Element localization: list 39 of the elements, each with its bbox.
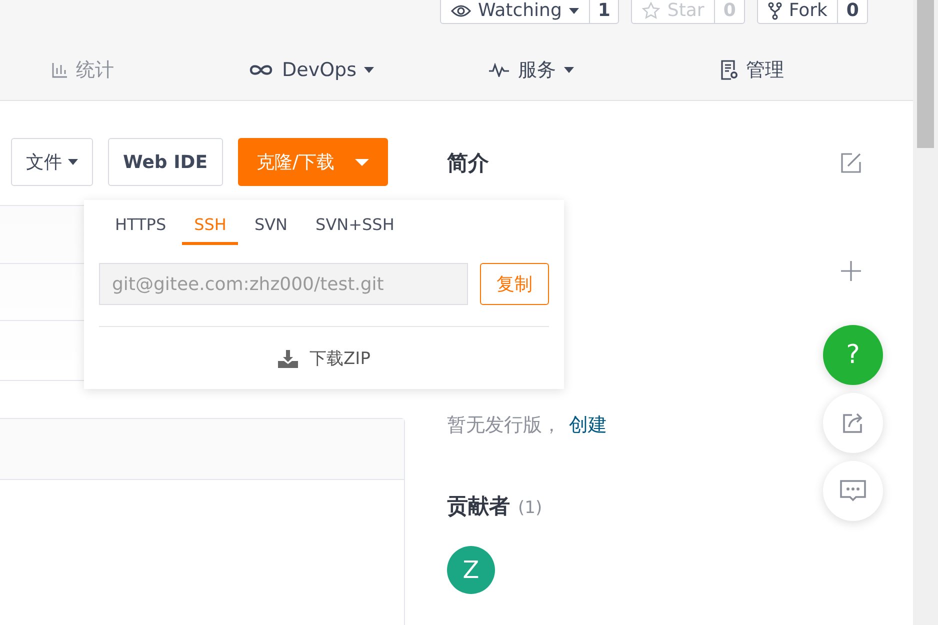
infinity-icon xyxy=(248,63,274,77)
chat-icon xyxy=(840,480,866,502)
edit-icon[interactable] xyxy=(840,152,862,174)
action-count: 0 xyxy=(837,0,867,23)
action-count: 0 xyxy=(714,0,744,23)
create-link[interactable]: 创建 xyxy=(569,412,607,438)
scrollbar-thumb[interactable] xyxy=(917,0,934,148)
action-label: Fork xyxy=(788,0,828,21)
action-label: Star xyxy=(667,0,704,21)
share-icon xyxy=(842,412,864,434)
action-count: 1 xyxy=(588,0,618,23)
protocol-tab[interactable]: SVN xyxy=(242,210,300,245)
web-ide-button[interactable]: Web IDE xyxy=(108,138,223,186)
bar-chart-icon xyxy=(52,62,68,78)
protocol-tab[interactable]: HTTPS xyxy=(103,210,178,245)
repo-action-button[interactable]: Fork 0 xyxy=(756,0,868,24)
fork-icon xyxy=(768,2,782,20)
document-gear-icon xyxy=(720,59,738,81)
protocol-tab[interactable]: SVN+SSH xyxy=(304,210,406,245)
star-icon xyxy=(642,2,660,20)
caret-icon xyxy=(354,158,369,166)
caret-icon xyxy=(68,159,78,165)
download-icon xyxy=(278,350,298,368)
pulse-icon xyxy=(488,63,510,77)
repo-action-button[interactable]: Watching 1 xyxy=(440,0,620,24)
contributors-title: 贡献者 xyxy=(447,493,510,520)
file-button[interactable]: 文件 xyxy=(11,138,93,186)
intro-title: 简介 xyxy=(447,150,489,177)
nav-tab[interactable]: 服务 xyxy=(488,57,720,83)
nav-tab[interactable]: 管理 xyxy=(720,57,784,83)
download-link[interactable]: 下载ZIP xyxy=(278,347,370,370)
contributors-count: (1) xyxy=(518,498,542,518)
action-label: Watching xyxy=(478,0,562,21)
scrollbar[interactable] xyxy=(913,0,938,625)
releases-text: 暂无发行版， xyxy=(447,413,561,438)
plus-icon[interactable] xyxy=(841,261,861,281)
nav-tab[interactable]: DevOps xyxy=(248,59,488,81)
caret-icon xyxy=(568,8,579,14)
eye-icon xyxy=(451,4,471,18)
